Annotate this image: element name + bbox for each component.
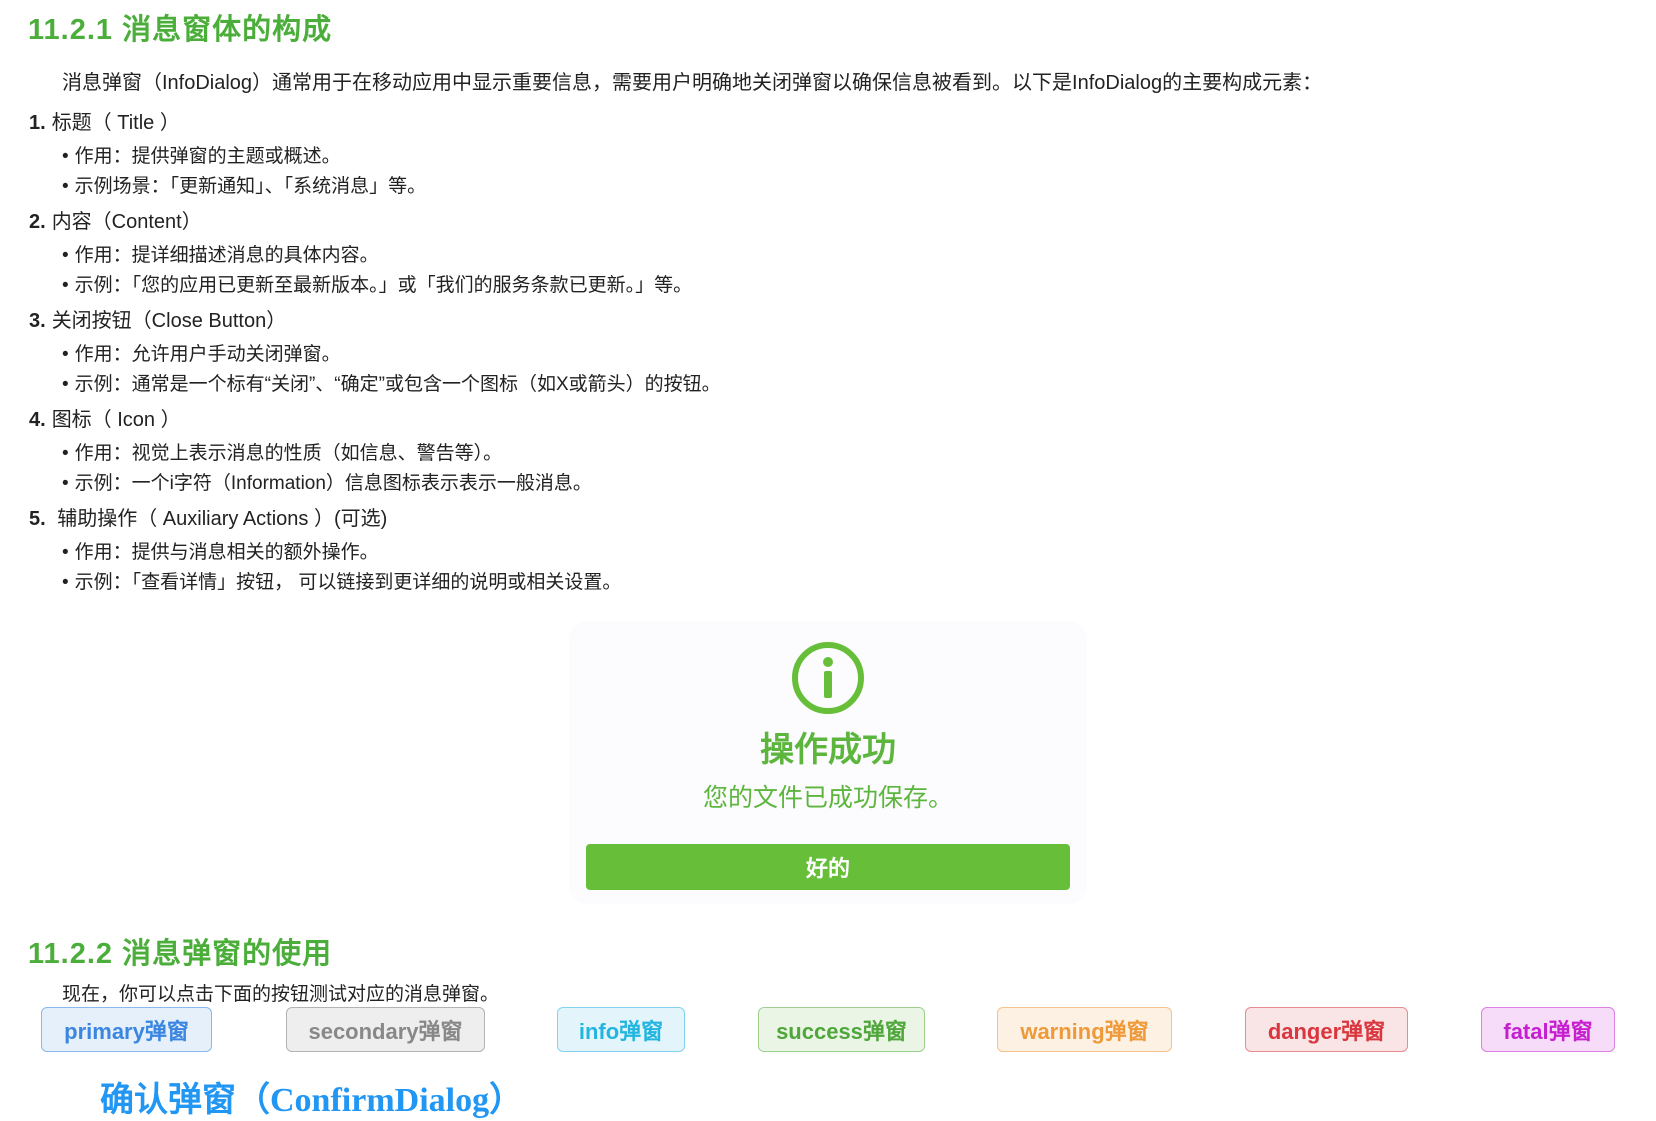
item-title: 内容（Content） bbox=[51, 211, 202, 233]
list-bullet: 示例场景：「更新通知」、「系统消息」等。 bbox=[62, 171, 427, 198]
item-number: 1. bbox=[29, 112, 46, 134]
intro-paragraph: 现在，你可以点击下面的按钮测试对应的消息弹窗。 bbox=[62, 984, 500, 1005]
item-title: 图标（ Icon ） bbox=[51, 409, 181, 431]
warning-dialog-button[interactable]: warning弹窗 bbox=[997, 1007, 1172, 1052]
list-bullet: 示例：「您的应用已更新至最新版本。」或「我们的服务条款已更新。」等。 bbox=[62, 270, 693, 297]
list-bullet: 作用：提供与消息相关的额外操作。 bbox=[62, 537, 379, 564]
item-title: 关闭按钮（Close Button） bbox=[51, 310, 287, 332]
intro-paragraph: 消息弹窗（InfoDialog）通常用于在移动应用中显示重要信息，需要用户明确地… bbox=[62, 72, 1323, 94]
list-bullet: 作用：视觉上表示消息的性质（如信息、警告等）。 bbox=[62, 438, 503, 465]
info-circle-icon bbox=[792, 642, 864, 714]
item-number: 5. bbox=[29, 508, 46, 530]
list-bullet: 作用：允许用户手动关闭弹窗。 bbox=[62, 339, 341, 366]
list-item: 5. 辅助操作（ Auxiliary Actions ）(可选) bbox=[29, 502, 387, 531]
dialog-title: 操作成功 bbox=[760, 731, 896, 769]
list-item: 3. 关闭按钮（Close Button） bbox=[29, 304, 286, 333]
danger-dialog-button[interactable]: danger弹窗 bbox=[1245, 1007, 1408, 1052]
list-bullet: 示例：一个i字符（Information）信息图标表示表示一般消息。 bbox=[62, 468, 592, 495]
list-bullet: 作用：提供弹窗的主题或概述。 bbox=[62, 141, 341, 168]
fatal-dialog-button[interactable]: fatal弹窗 bbox=[1481, 1007, 1615, 1052]
list-bullet: 示例：「查看详情」按钮， 可以链接到更详细的说明或相关设置。 bbox=[62, 567, 622, 594]
list-bullet: 作用：提详细描述消息的具体内容。 bbox=[62, 240, 379, 267]
section-heading: 11.2.2 消息弹窗的使用 bbox=[28, 938, 333, 970]
dialog-message: 您的文件已成功保存。 bbox=[702, 784, 953, 812]
item-number: 3. bbox=[29, 310, 46, 332]
list-item: 1. 标题（ Title ） bbox=[29, 106, 180, 135]
info-dialog-button[interactable]: info弹窗 bbox=[557, 1007, 685, 1052]
secondary-dialog-button[interactable]: secondary弹窗 bbox=[286, 1007, 485, 1052]
primary-dialog-button[interactable]: primary弹窗 bbox=[41, 1007, 212, 1052]
item-number: 2. bbox=[29, 211, 46, 233]
list-item: 2. 内容（Content） bbox=[29, 205, 202, 234]
next-section-heading: 确认弹窗（ConfirmDialog） bbox=[100, 1082, 524, 1119]
ok-button[interactable]: 好的 bbox=[586, 844, 1070, 890]
success-dialog-button[interactable]: success弹窗 bbox=[758, 1007, 925, 1052]
list-item: 4. 图标（ Icon ） bbox=[29, 403, 181, 432]
item-title: 标题（ Title ） bbox=[51, 112, 180, 134]
item-title: 辅助操作（ Auxiliary Actions ）(可选) bbox=[51, 508, 388, 530]
section-heading: 11.2.1 消息窗体的构成 bbox=[28, 14, 333, 46]
item-number: 4. bbox=[29, 409, 46, 431]
info-dialog: 操作成功 您的文件已成功保存。 好的 bbox=[569, 621, 1087, 904]
list-bullet: 示例：通常是一个标有“关闭”、“确定”或包含一个图标（如X或箭头）的按钮。 bbox=[62, 369, 721, 396]
